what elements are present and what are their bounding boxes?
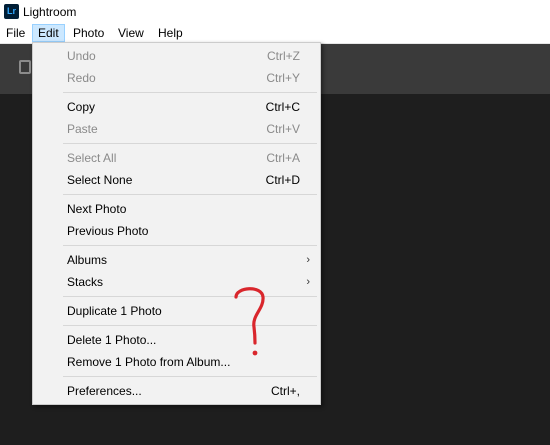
menu-item-label: Next Photo	[67, 202, 127, 216]
menu-item-label: Select All	[67, 151, 117, 165]
menu-item-shortcut: Ctrl+C	[265, 100, 300, 114]
menu-item-next-photo[interactable]: Next Photo	[33, 198, 320, 220]
menu-item-label: Undo	[67, 49, 96, 63]
menu-item-label: Redo	[67, 71, 96, 85]
menu-item-paste[interactable]: Paste Ctrl+V	[33, 118, 320, 140]
menu-item-stacks[interactable]: Stacks ›	[33, 271, 320, 293]
lightroom-logo-icon: Lr	[4, 4, 19, 19]
filmstrip-icon[interactable]	[19, 60, 31, 74]
menu-photo[interactable]: Photo	[68, 24, 109, 42]
menu-item-preferences[interactable]: Preferences... Ctrl+,	[33, 380, 320, 402]
menu-item-undo[interactable]: Undo Ctrl+Z	[33, 45, 320, 67]
menu-file[interactable]: File	[1, 24, 30, 42]
menu-item-shortcut: Ctrl+A	[266, 151, 300, 165]
menu-separator	[63, 143, 317, 144]
edit-menu-dropdown: Undo Ctrl+Z Redo Ctrl+Y Copy Ctrl+C Past…	[32, 42, 321, 405]
menu-separator	[63, 92, 317, 93]
menu-item-label: Select None	[67, 173, 133, 187]
menu-item-albums[interactable]: Albums ›	[33, 249, 320, 271]
menu-bar: File Edit Photo View Help	[0, 24, 550, 44]
menu-item-label: Delete 1 Photo...	[67, 333, 157, 347]
title-bar: Lr Lightroom	[0, 0, 550, 24]
menu-item-label: Remove 1 Photo from Album...	[67, 355, 231, 369]
menu-item-shortcut: Ctrl+Y	[266, 71, 300, 85]
menu-item-select-none[interactable]: Select None Ctrl+D	[33, 169, 320, 191]
menu-item-label: Albums	[67, 253, 108, 267]
chevron-right-icon: ›	[306, 276, 310, 288]
menu-item-label: Previous Photo	[67, 224, 149, 238]
menu-item-label: Duplicate 1 Photo	[67, 304, 162, 318]
menu-item-redo[interactable]: Redo Ctrl+Y	[33, 67, 320, 89]
question-mark-annotation-icon	[234, 287, 265, 356]
menu-separator	[63, 376, 317, 377]
menu-edit[interactable]: Edit	[32, 24, 65, 42]
menu-separator	[63, 325, 317, 326]
menu-item-shortcut: Ctrl+Z	[267, 49, 300, 63]
menu-item-duplicate-photo[interactable]: Duplicate 1 Photo	[33, 300, 320, 322]
menu-separator	[63, 194, 317, 195]
menu-item-label: Copy	[67, 100, 96, 114]
menu-item-shortcut: Ctrl+V	[266, 122, 300, 136]
menu-help[interactable]: Help	[153, 24, 188, 42]
menu-item-label: Paste	[67, 122, 98, 136]
app-title: Lightroom	[23, 5, 77, 19]
menu-item-select-all[interactable]: Select All Ctrl+A	[33, 147, 320, 169]
menu-separator	[63, 245, 317, 246]
menu-item-remove-from-album[interactable]: Remove 1 Photo from Album...	[33, 351, 320, 373]
menu-item-delete-photo[interactable]: Delete 1 Photo...	[33, 329, 320, 351]
menu-item-label: Preferences...	[67, 384, 142, 398]
menu-item-label: Stacks	[67, 275, 104, 289]
menu-item-previous-photo[interactable]: Previous Photo	[33, 220, 320, 242]
menu-item-shortcut: Ctrl+D	[265, 173, 300, 187]
menu-view[interactable]: View	[113, 24, 149, 42]
chevron-right-icon: ›	[306, 254, 310, 266]
menu-item-copy[interactable]: Copy Ctrl+C	[33, 96, 320, 118]
menu-item-shortcut: Ctrl+,	[270, 384, 300, 398]
menu-separator	[63, 296, 317, 297]
